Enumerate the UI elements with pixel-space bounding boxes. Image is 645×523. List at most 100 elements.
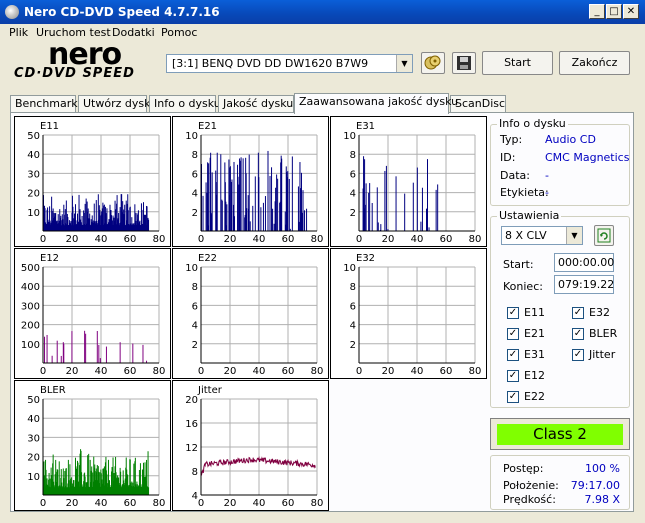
y-tick-label: 4 <box>192 189 198 200</box>
disc-label-label: Etykieta: <box>500 186 549 199</box>
checkbox-jitter[interactable]: ✓ <box>572 349 584 361</box>
x-tick-label: 40 <box>253 234 266 245</box>
checkbox-e31[interactable]: ✓ <box>507 349 519 361</box>
tab-scandisc[interactable]: ScanDisc <box>450 95 506 112</box>
settings-group: Ustawienia 8 X CLV ▼ Start: 000:00.00 Ko… <box>490 209 630 408</box>
x-tick-label: 60 <box>124 234 137 245</box>
x-tick-label: 20 <box>66 234 79 245</box>
x-tick-label: 20 <box>66 498 79 509</box>
end-time-input[interactable]: 079:19.22 <box>554 275 614 294</box>
position-label: Położenie: <box>503 479 559 492</box>
graph-e12: 0 20 40 60 80 100 200 300 400 500 E12 <box>14 248 171 379</box>
checkbox-e12[interactable]: ✓ <box>507 370 519 382</box>
y-tick-label: 10 <box>343 131 356 142</box>
y-tick-label: 10 <box>185 131 198 142</box>
x-tick-label: 0 <box>198 366 204 377</box>
x-tick-label: 60 <box>124 366 137 377</box>
y-tick-label: 6 <box>350 169 356 180</box>
y-tick-label: 6 <box>192 301 198 312</box>
disc-info-button[interactable] <box>421 52 445 74</box>
status-group: Postęp: 100 % Położenie: 79:17.00 Prędko… <box>490 455 630 510</box>
x-tick-label: 40 <box>95 498 108 509</box>
y-tick-label: 2 <box>192 208 198 219</box>
tab-benchmark[interactable]: Benchmark <box>10 95 78 112</box>
checkbox-e32[interactable]: ✓ <box>572 307 584 319</box>
drive-select[interactable]: [3:1] BENQ DVD DD DW1620 B7W9 ▼ <box>166 54 413 73</box>
x-tick-label: 20 <box>382 366 395 377</box>
refresh-button[interactable] <box>594 225 614 246</box>
y-tick-label: 12 <box>185 443 198 454</box>
y-tick-label: 2 <box>350 340 356 351</box>
checkbox-bler[interactable]: ✓ <box>572 328 584 340</box>
end-time-label: Koniec: <box>503 280 543 293</box>
checkbox-e31-label: E31 <box>524 348 545 361</box>
disc-info-title: Info o dysku <box>497 117 568 130</box>
y-tick-label: 300 <box>21 301 40 312</box>
disc-label-value: - <box>545 186 549 199</box>
tab-info-o-dysku[interactable]: Info o dysku <box>149 95 221 112</box>
app-disc-icon <box>5 5 19 19</box>
y-tick-label: 10 <box>343 263 356 274</box>
progress-value: 100 % <box>585 462 620 475</box>
menu-plik[interactable]: Plik <box>9 26 28 39</box>
tab-zaawansowana-jakosc-dysku[interactable]: Zaawansowana jakość dysku <box>294 93 458 114</box>
disc-type-value: Audio CD <box>545 133 596 146</box>
checkbox-e22-label: E22 <box>524 390 545 403</box>
y-tick-label: 2 <box>350 208 356 219</box>
y-tick-label: 4 <box>350 321 356 332</box>
y-tick-label: 2 <box>192 340 198 351</box>
checkbox-e21[interactable]: ✓ <box>507 328 519 340</box>
x-tick-label: 80 <box>153 234 166 245</box>
exit-button[interactable]: Zakończ <box>559 51 630 75</box>
x-tick-label: 0 <box>40 234 46 245</box>
window-title: Nero CD-DVD Speed 4.7.7.16 <box>24 5 220 19</box>
start-time-label: Start: <box>503 258 534 271</box>
checkbox-e11-label: E11 <box>524 306 545 319</box>
chevron-down-icon[interactable]: ▼ <box>396 55 412 72</box>
speed-chevron-down-icon[interactable]: ▼ <box>566 227 582 244</box>
minimize-button[interactable]: _ <box>589 4 605 19</box>
graph-e22: 0 20 40 60 80 2 4 6 8 10 E22 <box>172 248 329 379</box>
disc-id-label: ID: <box>500 151 516 164</box>
drive-select-value: [3:1] BENQ DVD DD DW1620 B7W9 <box>172 57 369 70</box>
disc-type-label: Typ: <box>500 133 523 146</box>
speed-select[interactable]: 8 X CLV ▼ <box>501 226 583 245</box>
x-tick-label: 0 <box>40 366 46 377</box>
speed-select-value: 8 X CLV <box>505 229 547 242</box>
checkbox-e22[interactable]: ✓ <box>507 391 519 403</box>
graph-title: BLER <box>40 385 66 396</box>
x-tick-label: 40 <box>411 366 424 377</box>
graph-e32: 0 20 40 60 80 2 4 6 8 10 E32 <box>330 248 487 379</box>
checkbox-e32-label: E32 <box>589 306 610 319</box>
start-button[interactable]: Start <box>482 51 553 75</box>
graph-title: E12 <box>40 253 59 264</box>
disc-info-group: Info o dysku Typ: Audio CD ID: CMC Magne… <box>490 117 630 206</box>
x-tick-label: 60 <box>124 498 137 509</box>
start-time-input[interactable]: 000:00.00 <box>554 253 614 272</box>
y-tick-label: 6 <box>192 169 198 180</box>
x-tick-label: 40 <box>95 234 108 245</box>
close-button[interactable]: ✕ <box>623 4 639 19</box>
jitter-line <box>200 456 316 477</box>
graph-e31: 0 20 40 60 80 2 4 6 8 10 E31 <box>330 116 487 247</box>
checkbox-e21-label: E21 <box>524 327 545 340</box>
y-tick-label: 8 <box>350 150 356 161</box>
x-tick-label: 20 <box>66 366 79 377</box>
maximize-button[interactable]: □ <box>606 4 622 19</box>
refresh-icon <box>597 228 611 243</box>
y-tick-label: 100 <box>21 340 40 351</box>
y-tick-label: 20 <box>27 453 40 464</box>
graph-e12-svg: 0 20 40 60 80 100 200 300 400 500E12 <box>21 253 166 377</box>
x-tick-label: 80 <box>153 366 166 377</box>
tab-utworz-dysk[interactable]: Utwórz dysk <box>78 95 150 112</box>
y-tick-label: 30 <box>27 433 40 444</box>
save-button[interactable] <box>452 52 476 74</box>
x-tick-label: 60 <box>282 234 295 245</box>
x-tick-label: 80 <box>311 234 324 245</box>
checkbox-e11[interactable]: ✓ <box>507 307 519 319</box>
graph-e11: 0 20 40 60 80 10 20 30 40 50 E11 <box>14 116 171 247</box>
tab-jakosc-dysku[interactable]: Jakość dysku <box>218 95 294 112</box>
menu-pomoc[interactable]: Pomoc <box>161 26 197 39</box>
y-tick-label: 50 <box>27 395 40 406</box>
checkbox-e12-label: E12 <box>524 369 545 382</box>
